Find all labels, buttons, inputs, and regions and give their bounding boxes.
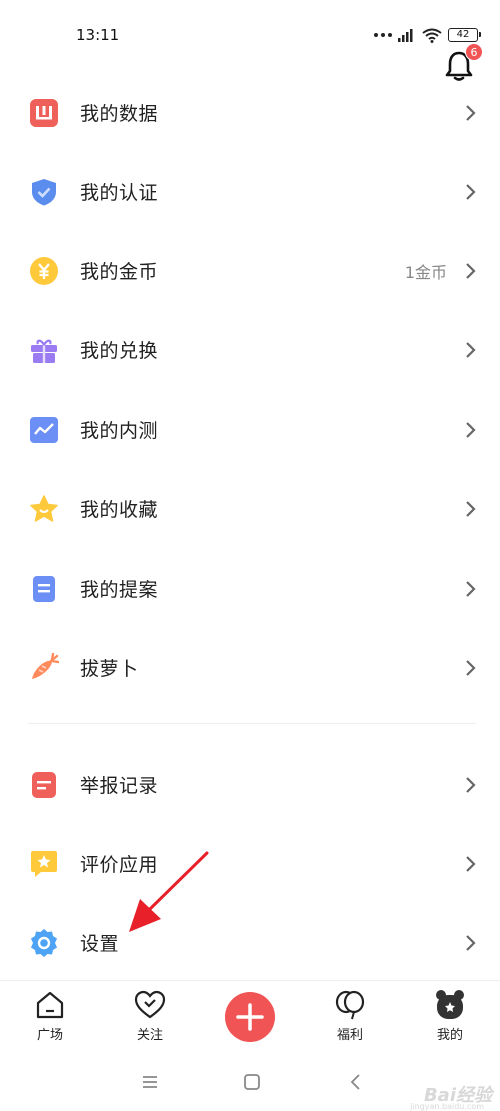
menu-item-my-proposals[interactable]: 我的提案 — [0, 549, 500, 628]
heart-icon — [134, 990, 166, 1019]
add-button[interactable] — [225, 992, 275, 1042]
menu-item-label: 我的收藏 — [80, 499, 159, 521]
coin-balance: 1金币 — [404, 262, 447, 282]
home-square-icon[interactable] — [240, 1070, 264, 1094]
nav-label: 广场 — [36, 1028, 63, 1043]
menu-item-my-exchange[interactable]: 我的兑换 — [0, 310, 500, 389]
gift-icon — [29, 335, 59, 365]
menu-item-label: 我的内测 — [80, 420, 159, 442]
chevron-right-icon — [466, 341, 476, 358]
balloon-icon — [335, 990, 365, 1020]
chevron-right-icon — [466, 262, 476, 279]
menu-item-label: 拔萝卜 — [80, 658, 139, 680]
menu-item-label: 举报记录 — [80, 775, 159, 797]
nav-item-mine[interactable]: 我的 — [410, 981, 490, 1053]
menu-item-label: 我的兑换 — [80, 340, 159, 362]
battery-icon: 42 — [448, 28, 481, 42]
menu-icon[interactable] — [138, 1070, 162, 1094]
wifi-icon — [422, 28, 442, 43]
document-icon — [29, 574, 59, 604]
notification-badge: 6 — [465, 43, 483, 61]
chevron-right-icon — [466, 500, 476, 517]
menu-item-label: 评价应用 — [80, 854, 159, 876]
chevron-right-icon — [466, 659, 476, 676]
bear-icon — [436, 990, 464, 1019]
chevron-right-icon — [466, 421, 476, 438]
status-icons: 42 — [374, 27, 481, 43]
menu-item-label: 我的提案 — [80, 579, 159, 601]
menu-item-my-data[interactable]: 我的数据 — [0, 73, 500, 152]
star-icon — [29, 494, 59, 524]
menu-item-my-favorites[interactable]: 我的收藏 — [0, 469, 500, 548]
watermark-url: jingyan.baidu.com — [410, 1102, 484, 1111]
gear-icon — [29, 928, 59, 958]
menu-item-rate-app[interactable]: 评价应用 — [0, 824, 500, 903]
section-divider — [28, 723, 476, 724]
menu-item-report-records[interactable]: 举报记录 — [0, 745, 500, 824]
carrot-icon — [29, 652, 59, 683]
menu-item-label: 设置 — [80, 933, 120, 955]
bottom-nav: 广场 关注 福利 我的 — [0, 980, 500, 1052]
status-bar: 13:11 42 — [0, 0, 500, 46]
nav-label: 福利 — [336, 1028, 363, 1043]
yuan-coin-icon — [29, 256, 59, 286]
system-nav-bar: Bai经验 jingyan.baidu.com — [0, 1052, 500, 1111]
menu-item-label: 我的金币 — [80, 261, 159, 283]
chevron-right-icon — [466, 104, 476, 121]
menu-item-settings[interactable]: 设置 — [0, 903, 500, 982]
menu-item-pull-radish[interactable]: 拔萝卜 — [0, 628, 500, 707]
data-chart-icon — [29, 98, 59, 128]
home-icon — [36, 991, 64, 1019]
menu-item-my-coins[interactable]: 我的金币 1金币 — [0, 231, 500, 310]
nav-label: 我的 — [436, 1028, 463, 1043]
menu-item-my-beta[interactable]: 我的内测 — [0, 390, 500, 469]
back-icon[interactable] — [344, 1070, 368, 1094]
nav-item-follow[interactable]: 关注 — [110, 981, 190, 1053]
plus-icon — [236, 1003, 264, 1031]
nav-label: 关注 — [136, 1028, 163, 1043]
chevron-right-icon — [466, 855, 476, 872]
more-dots-icon — [374, 33, 392, 37]
rate-star-icon — [29, 849, 59, 879]
status-time: 13:11 — [76, 26, 120, 44]
chevron-right-icon — [466, 183, 476, 200]
menu-item-label: 我的数据 — [80, 103, 159, 125]
menu-item-label: 我的认证 — [80, 182, 159, 204]
line-chart-icon — [29, 415, 59, 445]
shield-check-icon — [29, 177, 59, 207]
nav-item-welfare[interactable]: 福利 — [310, 981, 390, 1053]
chevron-right-icon — [466, 580, 476, 597]
chevron-right-icon — [466, 934, 476, 951]
report-icon — [29, 770, 59, 800]
menu-item-my-certification[interactable]: 我的认证 — [0, 152, 500, 231]
chevron-right-icon — [466, 776, 476, 793]
signal-icon — [398, 29, 413, 42]
nav-item-square[interactable]: 广场 — [10, 981, 90, 1053]
